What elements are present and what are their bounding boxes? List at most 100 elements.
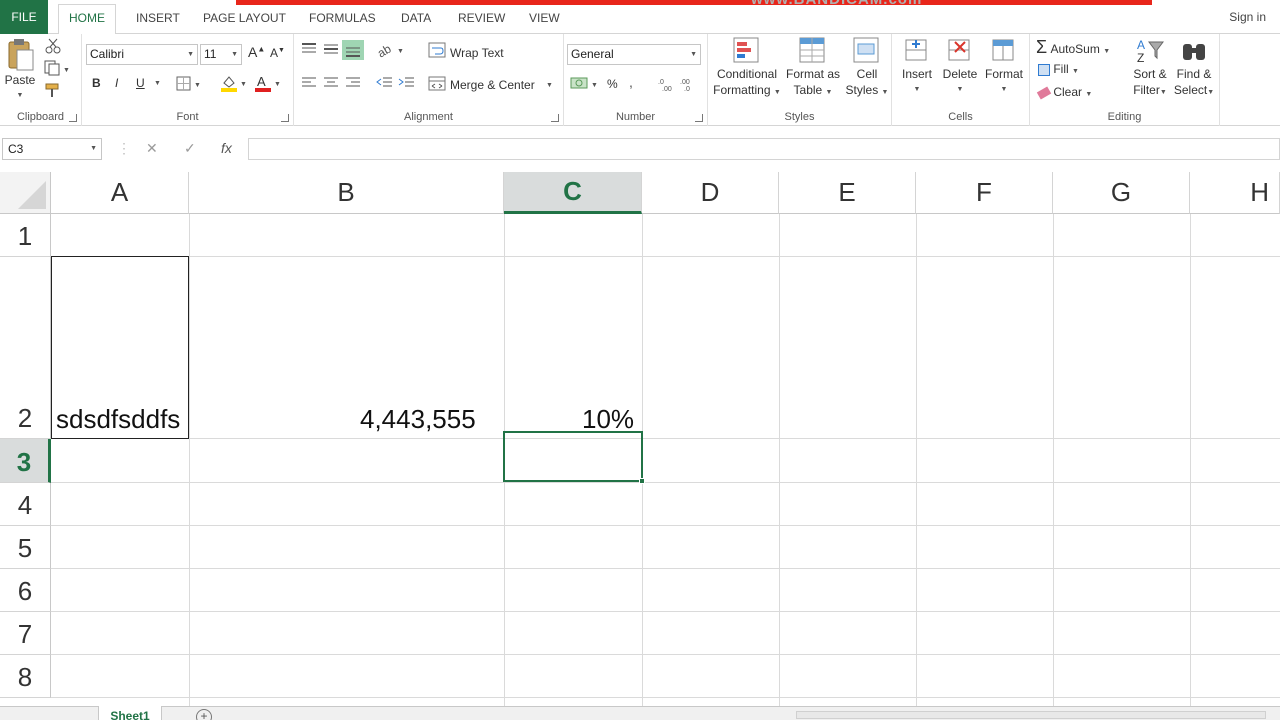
sheet-tab-sheet1[interactable]: Sheet1 (98, 706, 162, 720)
tab-data[interactable]: DATA (401, 8, 431, 28)
merge-center-button[interactable]: Merge & Center (450, 78, 535, 92)
formula-input[interactable] (248, 138, 1280, 160)
tab-file[interactable]: FILE (0, 0, 48, 34)
align-bottom-icon[interactable] (342, 40, 364, 60)
tab-view[interactable]: VIEW (529, 8, 560, 28)
conditional-formatting-button[interactable]: Conditional Formatting ▼ (710, 36, 784, 101)
cell-b2[interactable]: 4,443,555 (360, 404, 476, 435)
merge-dropdown-icon[interactable]: ▼ (546, 82, 553, 89)
borders-icon[interactable]: ▼ (176, 76, 202, 92)
italic-button[interactable]: I (115, 76, 118, 90)
percent-style-button[interactable]: % (607, 77, 618, 91)
paste-button[interactable]: Paste ▼ (4, 38, 36, 104)
tab-formulas[interactable]: FORMULAS (309, 8, 376, 28)
paste-dropdown-icon: ▼ (16, 92, 24, 99)
name-box[interactable]: C3 ▼ (2, 138, 102, 160)
horizontal-scrollbar[interactable] (796, 711, 1266, 719)
align-left-icon[interactable] (300, 76, 318, 90)
format-cells-button[interactable]: Format ▼ (982, 36, 1026, 98)
group-styles: Conditional Formatting ▼ Format as Table… (708, 34, 892, 126)
underline-dropdown-icon[interactable]: ▼ (154, 80, 161, 87)
cell-a2[interactable]: sdsdfsddfs (56, 404, 180, 435)
cell-styles-button[interactable]: Cell Styles ▼ (844, 36, 890, 101)
clipboard-launcher-icon[interactable] (69, 114, 77, 122)
accounting-format-icon[interactable]: ▼ (570, 76, 600, 92)
svg-text:▼: ▼ (397, 48, 404, 55)
format-as-table-button[interactable]: Format as Table ▼ (784, 36, 842, 101)
align-center-icon[interactable] (322, 76, 340, 90)
column-header-e[interactable]: E (779, 172, 916, 214)
row-header-4[interactable]: 4 (0, 483, 51, 526)
row-header-6[interactable]: 6 (0, 569, 51, 612)
recording-watermark-bar: www.BANDICAM.com (236, 0, 1152, 8)
column-header-g[interactable]: G (1053, 172, 1190, 214)
column-header-h[interactable]: H (1190, 172, 1280, 214)
decrease-decimal-icon[interactable]: .00.0 (680, 76, 698, 92)
gridline (51, 654, 1280, 655)
row-header-1[interactable]: 1 (0, 214, 51, 257)
font-size-select[interactable]: 11 ▼ (200, 44, 242, 65)
tab-page-layout[interactable]: PAGE LAYOUT (203, 8, 286, 28)
fill-handle[interactable] (639, 478, 645, 484)
gridline (1190, 214, 1191, 720)
svg-text:▼: ▼ (591, 82, 598, 89)
sort-filter-button[interactable]: AZ Sort & Filter▼ (1128, 36, 1172, 101)
align-top-icon[interactable] (300, 42, 318, 56)
decrease-indent-icon[interactable] (376, 76, 394, 90)
column-header-a[interactable]: A (51, 172, 189, 214)
active-cell-c3[interactable] (503, 431, 645, 484)
clear-label: Clear (1053, 85, 1083, 99)
insert-cells-button[interactable]: Insert ▼ (896, 36, 938, 98)
underline-button[interactable]: U (136, 76, 145, 90)
font-color-icon[interactable]: A ▼ (254, 74, 282, 92)
fill-color-icon[interactable]: ▼ (220, 74, 248, 92)
number-format-select[interactable]: General ▼ (567, 44, 701, 65)
column-header-f[interactable]: F (916, 172, 1053, 214)
chevron-down-icon: ▼ (690, 51, 697, 58)
sign-in-link[interactable]: Sign in (1229, 10, 1266, 24)
row-header-3[interactable]: 3 (0, 439, 51, 483)
fill-down-icon (1038, 63, 1050, 76)
grow-font-icon[interactable]: A▲ (248, 44, 265, 60)
insert-function-icon[interactable]: fx (221, 140, 232, 156)
column-header-d[interactable]: D (642, 172, 779, 214)
increase-decimal-icon[interactable]: .0.00 (658, 76, 676, 92)
row-header-5[interactable]: 5 (0, 526, 51, 569)
row-header-7[interactable]: 7 (0, 612, 51, 655)
gridline (51, 438, 1280, 439)
shrink-font-icon[interactable]: A▼ (270, 46, 285, 60)
align-middle-icon[interactable] (322, 42, 340, 56)
tab-insert[interactable]: INSERT (136, 8, 180, 28)
find-select-button[interactable]: Find & Select▼ (1172, 36, 1216, 101)
cancel-icon[interactable]: ✕ (146, 140, 158, 157)
cut-icon[interactable] (44, 38, 62, 54)
orientation-icon[interactable]: ab ▼ (376, 42, 404, 58)
tab-review[interactable]: REVIEW (458, 8, 505, 28)
delete-cells-button[interactable]: Delete ▼ (940, 36, 980, 98)
row-header-2[interactable]: 2 (0, 257, 51, 439)
font-name-select[interactable]: Calibri ▼ (86, 44, 198, 65)
add-sheet-button[interactable]: + (196, 709, 212, 720)
column-header-c[interactable]: C (504, 172, 642, 214)
alignment-launcher-icon[interactable] (551, 114, 559, 122)
sheet-tab-bar: Sheet1 + (0, 706, 1280, 720)
wrap-text-button[interactable]: Wrap Text (450, 46, 504, 60)
enter-icon[interactable]: ✓ (184, 140, 196, 157)
column-header-b[interactable]: B (189, 172, 504, 214)
align-right-icon[interactable] (344, 76, 362, 90)
insert-cells-label: Insert (901, 67, 932, 81)
formula-bar-divider-icon: ⋮ (117, 140, 131, 156)
select-all-button[interactable] (0, 172, 51, 214)
comma-style-icon[interactable]: , (628, 78, 636, 90)
font-launcher-icon[interactable] (281, 114, 289, 122)
row-header-8[interactable]: 8 (0, 655, 51, 698)
autosum-button[interactable]: Σ AutoSum ▼ (1036, 37, 1110, 58)
copy-icon[interactable]: ▼ (44, 60, 70, 76)
bold-button[interactable]: B (92, 76, 101, 90)
fill-button[interactable]: Fill ▼ (1038, 62, 1079, 76)
format-painter-icon[interactable] (44, 82, 62, 98)
increase-indent-icon[interactable] (398, 76, 416, 90)
number-launcher-icon[interactable] (695, 114, 703, 122)
clear-button[interactable]: Clear ▼ (1036, 85, 1092, 100)
tab-home[interactable]: HOME (58, 4, 116, 35)
